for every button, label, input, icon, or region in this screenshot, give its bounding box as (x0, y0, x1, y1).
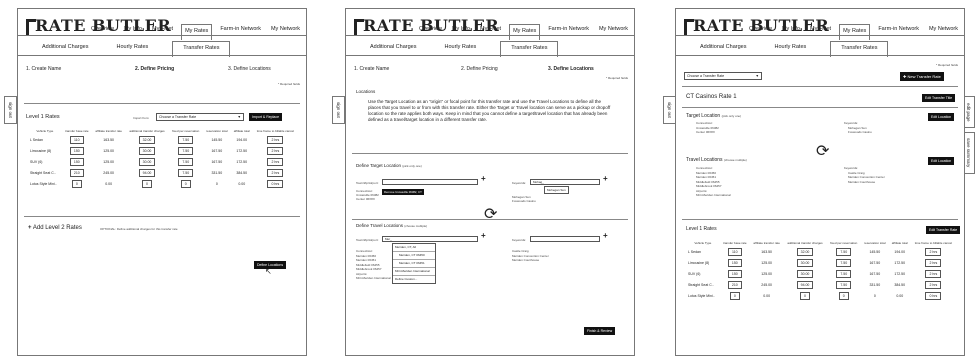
target-keywords: Mohegan Sun Foxwoods Casino (512, 195, 536, 203)
screen-define-pricing: RATE BUTLER Overview My Info My Fleet My… (17, 8, 307, 356)
nav-my-rates[interactable]: My Rates (839, 24, 871, 40)
locations-instructions: Use the Target Location as an "origin" o… (368, 99, 611, 122)
sync-icon: ⟳ (816, 141, 830, 160)
nav-my-info[interactable]: My Info (450, 24, 472, 40)
table-row: Lotus Style Mini.. 0 0.00 0 0 0 0.00 0 hrs (686, 290, 956, 301)
table-row: Lotus Style Mini.. 0 0.00 0 0 0 0.00 0 hrs (28, 178, 298, 189)
main-nav: Overview My Info My Fleet My Rates Farm-… (89, 24, 302, 40)
rates-table: Vehicle Type transfer base rate affiliate … (28, 127, 298, 189)
table-row: SUV (6) 150 125.00 30.00 7.50 167.50 172.50 2 h… (686, 268, 956, 279)
locations-title: Locations (356, 89, 376, 94)
travel-suggestions[interactable]: Meriden, CT, All Meriden, CT 06450 Merid… (392, 243, 436, 284)
finish-review-button[interactable]: Finish & Review (584, 327, 616, 335)
table-row: Limousine (8) 150 125.00 30.00 7.50 167.50 172… (686, 257, 956, 268)
import-label: Import from: (133, 116, 150, 120)
table-row: Limousine (8) 150 125.00 30.00 7.50 167.50 172… (28, 145, 298, 156)
keywords-label: Keywords: (512, 181, 527, 185)
nav-farm-in[interactable]: Farm-in Network (876, 24, 921, 40)
butler-hat-icon (26, 19, 36, 35)
town-label-2: Town/Zip/Airport: (356, 238, 379, 242)
travel-keywords: Castle Craig Meriden Convention Center Mer… (512, 249, 549, 262)
add-target-icon[interactable]: + (481, 174, 486, 183)
sign-out-tab-2[interactable]: sign out (332, 96, 345, 124)
add-level-2-button[interactable]: + Add Level 2 Rates (28, 225, 82, 231)
edit-target-button[interactable]: Edit Location (928, 113, 955, 121)
travel-list: Connecticut: Meriden 06450 Meriden 06451 Mi… (356, 249, 391, 280)
nav-farm-in[interactable]: Farm-in Network (218, 24, 263, 40)
nav-farm-in[interactable]: Farm-in Network (546, 24, 591, 40)
import-select[interactable]: Choose a Transfer Rate ▼ (156, 113, 244, 121)
edit-rates-button[interactable]: Edit Transfer Rate (926, 226, 961, 234)
step-1: 1. Create Name (354, 66, 390, 72)
butler-hat-icon (684, 19, 694, 35)
town-label: Town/Zip/Airport: (356, 181, 379, 185)
table-row: Straight Seat C.. 210 245.00 94.00 7.50 331.5… (28, 167, 298, 178)
main-nav: Overview My Info My Fleet My Rates Farm-… (747, 24, 960, 40)
target-keywords: Keywords: Mohegan Sun Foxwoods Casino (844, 121, 872, 134)
target-location-title: Target Location (pick only one) (686, 113, 742, 119)
travel-keywords: Keywords: Castle Craig Meriden Convention … (844, 166, 885, 184)
nav-my-network[interactable]: My Network (269, 24, 302, 40)
step-3: 3. Define Locations (548, 66, 594, 72)
table-row: Straight Seat C.. 210 245.00 94.00 7.50 331.5… (686, 279, 956, 290)
butler-hat-icon (354, 19, 364, 35)
screen-define-locations: RATE BUTLER Overview My Info My Fleet My… (345, 8, 635, 356)
nav-my-fleet[interactable]: My Fleet (150, 24, 175, 40)
sync-icon: ⟳ (484, 204, 498, 223)
table-row: SUV (6) 150 125.00 30.00 7.50 167.50 172.50 2 h… (28, 156, 298, 167)
nav-my-network[interactable]: My Network (597, 24, 630, 40)
keyword-suggestion[interactable]: Mohegan Sun (544, 186, 569, 194)
nav-my-fleet[interactable]: My Fleet (478, 24, 503, 40)
import-replace-button[interactable]: Import & Replace (249, 113, 283, 121)
nav-overview[interactable]: Overview (417, 24, 444, 40)
screen-rate-summary: RATE BUTLER Overview My Info My Fleet My… (675, 8, 965, 356)
nav-overview[interactable]: Overview (89, 24, 116, 40)
nav-my-info[interactable]: My Info (122, 24, 144, 40)
add-travel-icon[interactable]: + (481, 231, 486, 240)
rates-table: Vehicle Type transfer base rate affiliate … (686, 239, 956, 301)
table-row: L Sedan 110 163.50 32.00 7.50 145.50 194.00 2 h… (28, 134, 298, 145)
add-keyword-icon[interactable]: + (603, 174, 608, 183)
step-3: 3. Define Locations (228, 66, 271, 72)
travel-list: Connecticut: Meriden 06450 Meriden 06451 Mi… (696, 166, 731, 197)
new-transfer-rate-button[interactable]: ✚ New Transfer Rate (900, 72, 944, 81)
nav-my-info[interactable]: My Info (780, 24, 802, 40)
remove-tooltip[interactable]: Remove Uncasville 06382, CT (382, 189, 424, 195)
nav-my-rates[interactable]: My Rates (181, 24, 213, 40)
target-town-input[interactable] (382, 179, 478, 185)
sign-out-tab[interactable]: sign out (4, 96, 17, 124)
edit-travel-button[interactable]: Edit Location (928, 157, 955, 165)
keywords-label-2: Keywords: (512, 238, 527, 242)
optional-note: OPTIONAL: Define additional charges for … (100, 227, 178, 231)
required-note: * Required fields (605, 76, 628, 80)
cursor-icon: ↖ (265, 267, 272, 276)
level-1-title: Level 1 Rates (26, 114, 60, 120)
keywords-input[interactable]: Mohag_ (530, 179, 600, 185)
travel-title: Define Travel Locations (choose multiple… (356, 223, 428, 228)
add-travel-keyword-icon[interactable]: + (603, 231, 608, 240)
nav-overview[interactable]: Overview (747, 24, 774, 40)
travel-keywords-input[interactable] (530, 236, 600, 242)
rate-name: CT Casinos Rate 1 (686, 94, 737, 100)
target-list: Connecticut: Uncasville 06382 Center 06X8X (356, 189, 379, 201)
choose-rate-select[interactable]: Choose a Transfer Rate ▼ (684, 72, 762, 80)
target-title: Define Target Location (pick only one) (356, 163, 422, 168)
travel-location-title: Travel Locations (choose multiple) (686, 157, 747, 163)
nav-my-fleet[interactable]: My Fleet (808, 24, 833, 40)
main-nav: Overview My Info My Fleet My Rates Farm-… (417, 24, 630, 40)
target-list: Connecticut: Uncasville 06382 Center 06X8X (696, 121, 719, 134)
sign-out-label: sign out (8, 102, 13, 118)
plus-icon: + (28, 225, 32, 231)
step-1: 1. Create Name (26, 66, 62, 72)
edit-title-button[interactable]: Edit Transfer Title (922, 94, 956, 102)
table-row: L Sedan 110 163.50 32.00 7.50 145.50 194.00 2 h… (686, 246, 956, 257)
travel-town-input[interactable]: Mer_ (382, 236, 478, 242)
level-1-title: Level 1 Rates (686, 226, 717, 232)
step-2: 2. Define Pricing (135, 66, 175, 72)
required-note: * Required fields (935, 63, 958, 67)
required-note: * Required fields (277, 82, 300, 86)
nav-my-rates[interactable]: My Rates (509, 24, 541, 40)
nav-my-network[interactable]: My Network (927, 24, 960, 40)
step-2: 2. Define Pricing (461, 66, 498, 72)
